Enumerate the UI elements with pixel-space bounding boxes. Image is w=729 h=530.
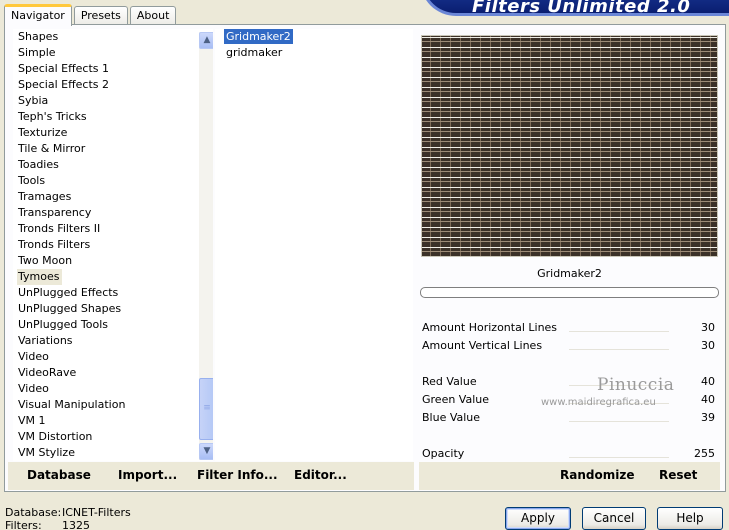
randomize-button[interactable]: Randomize — [560, 468, 634, 482]
param-slider[interactable] — [569, 331, 669, 332]
category-item-selected[interactable]: Tymoes — [13, 269, 213, 285]
category-item[interactable]: VM 1 — [13, 413, 213, 429]
category-item[interactable]: Simple — [13, 45, 213, 61]
category-item[interactable]: Tronds Filters — [13, 237, 213, 253]
category-item[interactable]: Teph's Tricks — [13, 109, 213, 125]
param-row[interactable]: Amount Horizontal Lines 30 — [419, 319, 719, 336]
param-row[interactable]: Amount Vertical Lines 30 — [419, 337, 719, 354]
param-name: Amount Horizontal Lines — [422, 321, 558, 334]
database-button[interactable]: Database — [27, 468, 91, 482]
import-button[interactable]: Import... — [118, 468, 177, 482]
category-item[interactable]: Special Effects 2 — [13, 77, 213, 93]
cancel-button[interactable]: Cancel — [582, 507, 646, 530]
preview-filter-name: Gridmaker2 — [537, 267, 602, 280]
param-name: Red Value — [422, 375, 477, 388]
param-row[interactable]: Blue Value 39 — [419, 409, 719, 426]
category-item[interactable]: Video — [13, 381, 213, 397]
progress-bar — [420, 287, 719, 298]
param-slider[interactable] — [569, 457, 669, 458]
param-button-bar: Randomize Reset — [419, 462, 720, 490]
param-slider[interactable] — [569, 421, 669, 422]
param-value: 40 — [701, 375, 715, 388]
filter-info-button[interactable]: Filter Info... — [197, 468, 278, 482]
param-slider[interactable] — [569, 349, 669, 350]
category-item[interactable]: Video — [13, 349, 213, 365]
filter-preview-image — [421, 35, 718, 257]
category-item[interactable]: Sybia — [13, 93, 213, 109]
param-name: Opacity — [422, 447, 465, 460]
reset-button[interactable]: Reset — [659, 468, 697, 482]
category-item[interactable]: Tronds Filters II — [13, 221, 213, 237]
tab-bar: Navigator Presets About — [4, 3, 178, 26]
editor-button[interactable]: Editor... — [294, 468, 347, 482]
category-scrollbar[interactable]: ▲ ≡ ▼ — [199, 32, 213, 460]
param-name: Amount Vertical Lines — [422, 339, 543, 352]
scroll-down-icon[interactable]: ▼ — [199, 443, 213, 460]
navigator-panel: Shapes Simple Special Effects 1 Special … — [4, 24, 726, 492]
category-item[interactable]: UnPlugged Effects — [13, 285, 213, 301]
category-item[interactable]: Toadies — [13, 157, 213, 173]
param-value: 255 — [694, 447, 715, 460]
category-item[interactable]: UnPlugged Tools — [13, 317, 213, 333]
category-item[interactable]: VM Stylize — [13, 445, 213, 461]
scroll-up-icon[interactable]: ▲ — [199, 32, 213, 49]
status-filters: Filters: 1325 — [5, 519, 90, 530]
status-database-label: Database: — [5, 506, 62, 519]
watermark-url: www.maidiregrafica.eu — [541, 397, 656, 408]
category-item[interactable]: Special Effects 1 — [13, 61, 213, 77]
category-item[interactable]: Texturize — [13, 125, 213, 141]
param-value: 30 — [701, 321, 715, 334]
scroll-thumb[interactable]: ≡ — [199, 378, 213, 440]
category-item[interactable]: VM Distortion — [13, 429, 213, 445]
tab-presets[interactable]: Presets — [73, 6, 128, 25]
param-value: 30 — [701, 339, 715, 352]
filter-list[interactable]: Gridmaker2 gridmaker — [215, 29, 413, 461]
apply-button[interactable]: Apply — [505, 507, 571, 530]
category-item[interactable]: Two Moon — [13, 253, 213, 269]
category-item[interactable]: Tile & Mirror — [13, 141, 213, 157]
category-item[interactable]: Tramages — [13, 189, 213, 205]
param-value: 39 — [701, 411, 715, 424]
status-filters-label: Filters: — [5, 519, 42, 530]
category-item[interactable]: VideoRave — [13, 365, 213, 381]
category-item[interactable]: Shapes — [13, 29, 213, 45]
help-button[interactable]: Help — [657, 507, 723, 530]
category-item[interactable]: Visual Manipulation — [13, 397, 213, 413]
category-item[interactable]: UnPlugged Shapes — [13, 301, 213, 317]
status-filters-value: 1325 — [62, 519, 90, 530]
category-list[interactable]: Shapes Simple Special Effects 1 Special … — [13, 29, 213, 461]
category-item[interactable]: Transparency — [13, 205, 213, 221]
param-name: Green Value — [422, 393, 490, 406]
param-name: Blue Value — [422, 411, 481, 424]
category-item[interactable]: Variations — [13, 333, 213, 349]
watermark-name: Pinuccia — [597, 375, 675, 395]
app-title: Filters Unlimited 2.0 — [472, 0, 691, 17]
param-row[interactable]: Opacity 255 — [419, 445, 719, 462]
status-database: Database: ICNET-Filters — [5, 506, 131, 519]
tab-about[interactable]: About — [129, 6, 177, 25]
param-value: 40 — [701, 393, 715, 406]
status-database-value: ICNET-Filters — [62, 506, 131, 519]
navigator-button-bar: Database Import... Filter Info... Editor… — [8, 462, 414, 490]
filter-item-selected[interactable]: Gridmaker2 — [215, 29, 413, 45]
tab-navigator[interactable]: Navigator — [4, 4, 72, 26]
category-item[interactable]: Tools — [13, 173, 213, 189]
filter-item[interactable]: gridmaker — [215, 45, 413, 61]
